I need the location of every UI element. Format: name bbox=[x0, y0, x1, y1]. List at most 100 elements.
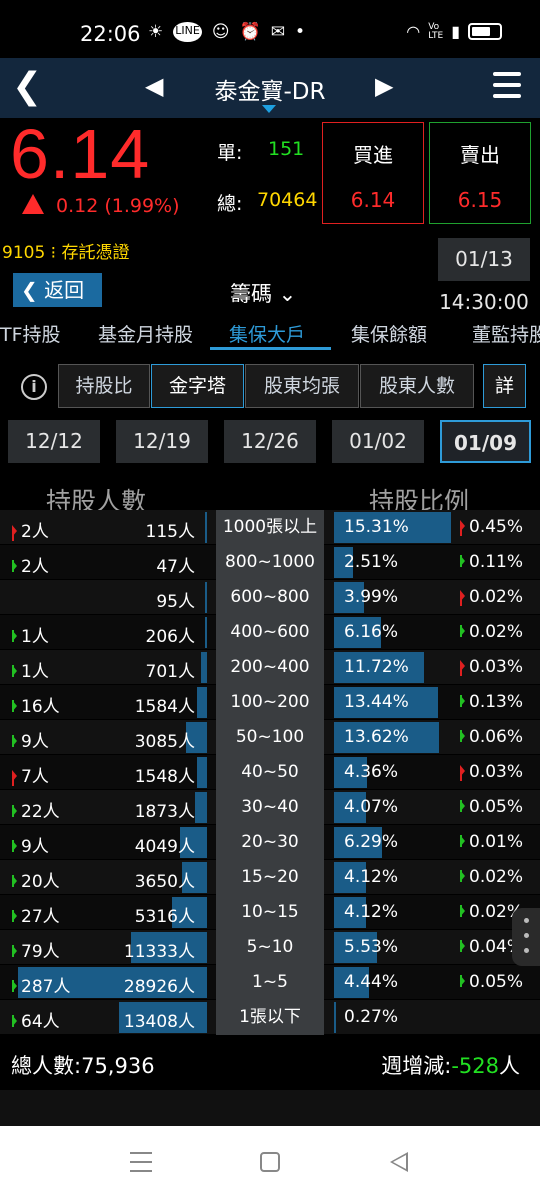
tab-tdcc-balance[interactable]: 集保餘額 bbox=[351, 320, 427, 347]
title-dropdown-icon[interactable] bbox=[262, 105, 276, 113]
table-row: 1人 206人 400~600 6.16% 0.02% bbox=[0, 615, 540, 650]
people-count: 95人 bbox=[156, 592, 195, 612]
clock: 22:06 bbox=[80, 22, 141, 46]
last-price: 6.14 bbox=[10, 115, 151, 193]
view-avg-shares[interactable]: 股東均張 bbox=[245, 364, 359, 408]
people-change: 16人 bbox=[12, 692, 60, 717]
table-row: 7人 1548人 40~50 4.36% 0.03% bbox=[0, 755, 540, 790]
home-icon[interactable] bbox=[260, 1152, 280, 1172]
weekly-change-value: -528 bbox=[451, 1054, 499, 1078]
date-chip[interactable]: 12/12 bbox=[8, 420, 100, 463]
ratio-change-value: 0.02% bbox=[469, 867, 524, 887]
people-count: 47人 bbox=[156, 557, 195, 577]
view-holding-ratio[interactable]: 持股比 bbox=[58, 364, 150, 408]
back-icon[interactable] bbox=[390, 1152, 408, 1172]
pyramid-table: 2人 115人 1000張以上 15.31% 0.45% 2人 47人 800~1000 2.5… bbox=[0, 510, 540, 1035]
view-pyramid[interactable]: 金字塔 bbox=[151, 364, 244, 408]
date-chip[interactable]: 12/19 bbox=[116, 420, 208, 463]
up-arrow-icon bbox=[460, 590, 465, 606]
down-arrow-icon bbox=[460, 625, 465, 637]
menu-icon[interactable] bbox=[493, 72, 521, 105]
up-arrow-icon bbox=[460, 765, 465, 781]
people-change-value: 20人 bbox=[21, 872, 60, 892]
people-count: 3650人 bbox=[134, 872, 195, 892]
sell-price: 6.15 bbox=[457, 188, 503, 212]
up-arrow-icon bbox=[12, 525, 17, 541]
share-range: 5~10 bbox=[216, 930, 324, 965]
prev-stock-icon[interactable]: ◀ bbox=[145, 72, 163, 100]
alarm-icon: ⏰ bbox=[239, 22, 261, 42]
date-chip[interactable]: 01/02 bbox=[332, 420, 424, 463]
table-row: 287人 28926人 1~5 4.44% 0.05% bbox=[0, 965, 540, 1000]
people-bar bbox=[197, 757, 207, 788]
people-cell: 2人 115人 bbox=[0, 510, 207, 545]
tab-director-holding[interactable]: 董監持股 bbox=[472, 320, 540, 347]
people-count: 28926人 bbox=[123, 977, 195, 997]
people-cell: 2人 47人 bbox=[0, 545, 207, 580]
table-row: 2人 47人 800~1000 2.51% 0.11% bbox=[0, 545, 540, 580]
share-range: 100~200 bbox=[216, 685, 324, 720]
ratio-change-value: 0.45% bbox=[469, 517, 524, 537]
ratio-change-value: 0.03% bbox=[469, 762, 524, 782]
info-icon[interactable]: i bbox=[21, 374, 47, 400]
tab-tdcc-major[interactable]: 集保大戶 bbox=[229, 320, 305, 347]
status-bar: 22:06 ☀ LINE ☺ ⏰ ✉ • ◠ Vo LTE ▮ bbox=[0, 0, 540, 60]
down-arrow-icon bbox=[12, 700, 17, 712]
tab-fund-monthly[interactable]: 基金月持股 bbox=[98, 320, 193, 347]
notification-icons: ☀ LINE ☺ ⏰ ✉ • bbox=[148, 22, 305, 42]
tab-etf-holding[interactable]: TF持股 bbox=[0, 320, 61, 347]
stock-title[interactable]: 泰金寶-DR bbox=[180, 72, 360, 106]
people-bar bbox=[205, 512, 207, 543]
people-bar bbox=[201, 652, 207, 683]
sell-label: 賣出 bbox=[460, 143, 500, 167]
date-chip[interactable]: 12/26 bbox=[224, 420, 316, 463]
table-row: 20人 3650人 15~20 4.12% 0.02% bbox=[0, 860, 540, 895]
ratio-change: 0.13% bbox=[460, 692, 523, 712]
ratio-change-value: 0.05% bbox=[469, 797, 524, 817]
up-triangle-icon bbox=[22, 194, 44, 214]
people-change-value: 64人 bbox=[21, 1012, 60, 1032]
next-stock-icon[interactable]: ▶ bbox=[375, 72, 393, 100]
date-chip-active[interactable]: 01/09 bbox=[440, 420, 531, 463]
up-arrow-icon bbox=[460, 520, 465, 536]
down-arrow-icon bbox=[460, 975, 465, 987]
people-change-value: 7人 bbox=[21, 767, 49, 787]
people-change: 2人 bbox=[12, 517, 49, 542]
ratio-change-value: 0.01% bbox=[469, 832, 524, 852]
ratio-value: 15.31% bbox=[344, 517, 409, 537]
return-button[interactable]: ❮ 返回 bbox=[13, 273, 102, 307]
sell-button[interactable]: 賣出 6.15 bbox=[429, 122, 531, 224]
down-arrow-icon bbox=[460, 695, 465, 707]
share-range: 800~1000 bbox=[216, 545, 324, 580]
detail-button[interactable]: 詳 bbox=[483, 364, 526, 408]
ratio-value: 5.53% bbox=[344, 937, 399, 957]
people-count: 1584人 bbox=[134, 697, 195, 717]
down-arrow-icon bbox=[460, 940, 465, 952]
back-arrow-icon[interactable]: ❮ bbox=[12, 66, 42, 107]
people-cell: 79人 11333人 bbox=[0, 930, 207, 965]
down-arrow-icon bbox=[460, 730, 465, 742]
people-change-value: 9人 bbox=[21, 837, 49, 857]
single-volume-value: 151 bbox=[268, 138, 305, 160]
ratio-change: 0.02% bbox=[460, 622, 523, 642]
ratio-change-value: 0.05% bbox=[469, 972, 524, 992]
recent-apps-icon[interactable] bbox=[130, 1152, 152, 1179]
people-change-value: 27人 bbox=[21, 907, 60, 927]
down-arrow-icon bbox=[460, 870, 465, 882]
price-change: 0.12 (1.99%) bbox=[22, 194, 180, 217]
share-range: 200~400 bbox=[216, 650, 324, 685]
buy-price: 6.14 bbox=[350, 188, 396, 212]
ratio-column-header: 持股比例 bbox=[369, 487, 470, 510]
scroll-handle[interactable] bbox=[512, 908, 540, 966]
view-holder-count[interactable]: 股東人數 bbox=[360, 364, 474, 408]
people-change: 1人 bbox=[12, 622, 49, 647]
ratio-change: 0.02% bbox=[460, 587, 523, 607]
weekly-change: 週增減:-528人 bbox=[381, 1050, 520, 1080]
people-count: 13408人 bbox=[123, 1012, 195, 1032]
people-count: 1873人 bbox=[134, 802, 195, 822]
view-toolbar: i 持股比 金字塔 股東均張 股東人數 詳 bbox=[0, 362, 540, 410]
total-holders: 總人數:75,936 bbox=[11, 1050, 155, 1080]
buy-button[interactable]: 買進 6.14 bbox=[322, 122, 424, 224]
section-dropdown[interactable]: 籌碼 ⌄ bbox=[230, 278, 296, 308]
people-count: 4049人 bbox=[134, 837, 195, 857]
